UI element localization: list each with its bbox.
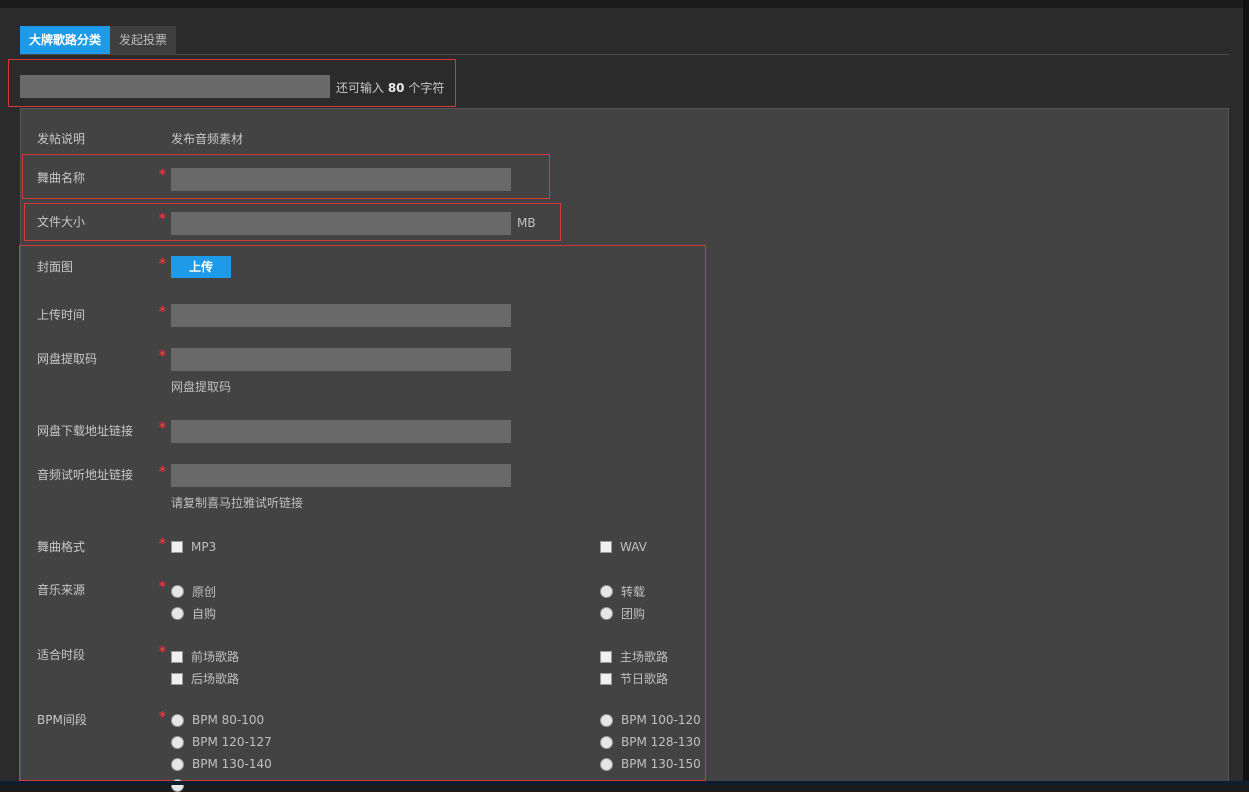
format-option-wav[interactable]: WAV [600, 540, 647, 554]
required-mark: * [159, 537, 166, 552]
radio[interactable] [600, 713, 613, 727]
bpm-option-120-127[interactable]: BPM 120-127 [171, 735, 272, 749]
required-mark: * [159, 305, 166, 320]
window-edge [1243, 0, 1249, 785]
timing-label: 适合时段 [37, 648, 86, 662]
taskbar-strip [0, 781, 1249, 785]
tab-start-vote[interactable]: 发起投票 [110, 26, 177, 54]
char-counter: 还可输入 80 个字符 [336, 81, 445, 95]
checkbox[interactable] [171, 541, 183, 553]
radio[interactable] [600, 735, 613, 749]
file-size-label: 文件大小 [37, 215, 86, 229]
format-option-mp3[interactable]: MP3 [171, 540, 216, 554]
format-label: 舞曲格式 [37, 540, 86, 554]
radio[interactable] [171, 757, 184, 771]
audition-link-input[interactable] [171, 464, 511, 487]
required-mark: * [159, 349, 166, 364]
upload-time-label: 上传时间 [37, 308, 86, 322]
post-note-label: 发帖说明 [37, 132, 86, 146]
tab-divider [20, 54, 1229, 55]
required-mark: * [159, 645, 166, 660]
source-option-original[interactable]: 原创 [171, 583, 216, 600]
bpm-label: BPM间段 [37, 713, 87, 727]
checkbox[interactable] [171, 650, 183, 663]
audition-link-label: 音频试听地址链接 [37, 468, 134, 482]
required-mark: * [159, 257, 166, 272]
source-option-purchased[interactable]: 自购 [171, 605, 216, 622]
source-option-repost[interactable]: 转载 [600, 583, 645, 600]
upload-button[interactable]: 上传 [171, 256, 231, 278]
checkbox[interactable] [171, 672, 183, 685]
required-mark: * [159, 212, 166, 227]
category-tabs: 大牌歌路分类 发起投票 [20, 26, 177, 54]
checkbox[interactable] [600, 672, 612, 685]
bpm-option-80-100[interactable]: BPM 80-100 [171, 713, 264, 727]
required-mark: * [159, 168, 166, 183]
post-note-value: 发布音频素材 [171, 132, 244, 146]
bpm-option-100-120[interactable]: BPM 100-120 [600, 713, 701, 727]
cover-label: 封面图 [37, 260, 74, 274]
song-name-input[interactable] [171, 168, 511, 191]
source-option-group-buy[interactable]: 团购 [600, 605, 645, 622]
checkbox[interactable] [600, 650, 612, 663]
required-mark: * [159, 710, 166, 725]
tab-brand-songs[interactable]: 大牌歌路分类 [20, 26, 111, 54]
bpm-option-130-140[interactable]: BPM 130-140 [171, 757, 272, 771]
required-mark: * [159, 580, 166, 595]
pan-link-input[interactable] [171, 420, 511, 443]
pan-code-input[interactable] [171, 348, 511, 371]
radio[interactable] [171, 585, 184, 598]
radio[interactable] [600, 585, 613, 598]
bpm-option-130-150[interactable]: BPM 130-150 [600, 757, 701, 771]
title-input[interactable] [20, 75, 330, 98]
checkbox[interactable] [600, 541, 612, 553]
source-label: 音乐来源 [37, 583, 86, 597]
pan-link-label: 网盘下载地址链接 [37, 424, 134, 438]
required-mark: * [159, 421, 166, 436]
pan-code-label: 网盘提取码 [37, 352, 98, 366]
char-count: 80 [387, 81, 405, 95]
timing-option-holiday[interactable]: 节日歌路 [600, 670, 668, 687]
pan-code-hint: 网盘提取码 [171, 380, 232, 394]
bpm-option-128-130[interactable]: BPM 128-130 [600, 735, 701, 749]
audition-link-hint: 请复制喜马拉雅试听链接 [171, 496, 304, 510]
required-mark: * [159, 465, 166, 480]
radio[interactable] [171, 735, 184, 749]
radio[interactable] [600, 757, 613, 771]
upload-time-input[interactable] [171, 304, 511, 327]
timing-option-main[interactable]: 主场歌路 [600, 648, 668, 665]
file-size-input[interactable] [171, 212, 511, 235]
timing-option-opening[interactable]: 前场歌路 [171, 648, 239, 665]
file-size-unit: MB [517, 216, 536, 230]
timing-option-late[interactable]: 后场歌路 [171, 670, 239, 687]
radio[interactable] [171, 713, 184, 727]
radio[interactable] [171, 607, 184, 620]
song-name-label: 舞曲名称 [37, 171, 86, 185]
radio[interactable] [600, 607, 613, 620]
